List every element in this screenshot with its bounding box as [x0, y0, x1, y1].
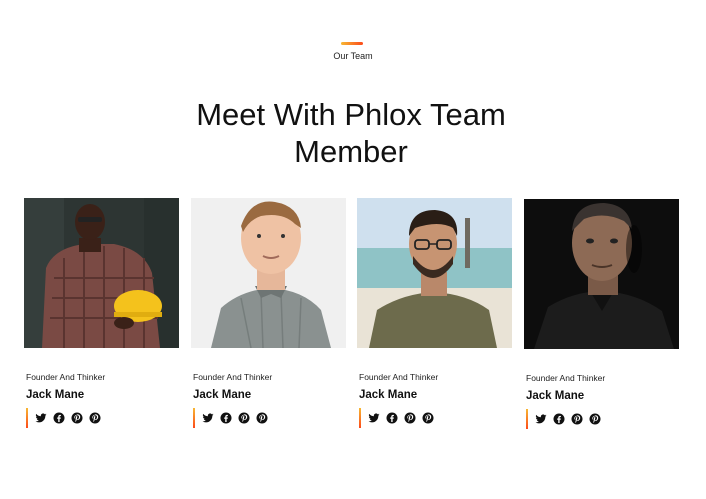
pinterest-icon[interactable] — [237, 412, 250, 425]
pinterest-icon[interactable] — [88, 412, 101, 425]
twitter-icon[interactable] — [367, 412, 380, 425]
member-role: Founder And Thinker — [26, 372, 106, 382]
team-member-card: Founder And Thinker Jack Mane — [191, 198, 346, 428]
member-photo — [24, 198, 179, 348]
pinterest-icon[interactable] — [588, 413, 601, 426]
member-role: Founder And Thinker — [359, 372, 439, 382]
facebook-icon[interactable] — [552, 413, 565, 426]
facebook-icon[interactable] — [385, 412, 398, 425]
pinterest-icon[interactable] — [570, 413, 583, 426]
twitter-icon[interactable] — [201, 412, 214, 425]
member-role: Founder And Thinker — [193, 372, 273, 382]
member-social-links — [26, 408, 106, 428]
social-accent-line — [26, 408, 28, 428]
member-name[interactable]: Jack Mane — [26, 389, 84, 401]
member-social-links — [526, 409, 606, 429]
member-social-links — [359, 408, 439, 428]
member-social-links — [193, 408, 273, 428]
social-accent-line — [526, 409, 528, 429]
member-role: Founder And Thinker — [526, 373, 606, 383]
eyebrow-accent-bar — [341, 42, 363, 45]
pinterest-icon[interactable] — [70, 412, 83, 425]
team-member-card: Founder And Thinker Jack Mane — [524, 199, 679, 429]
social-accent-line — [193, 408, 195, 428]
section-title-line2: Member — [294, 134, 408, 169]
member-photo — [524, 199, 679, 349]
facebook-icon[interactable] — [52, 412, 65, 425]
member-photo — [191, 198, 346, 348]
pinterest-icon[interactable] — [403, 412, 416, 425]
twitter-icon[interactable] — [34, 412, 47, 425]
social-accent-line — [359, 408, 361, 428]
team-member-card: Founder And Thinker Jack Mane — [24, 198, 179, 428]
team-member-card: Founder And Thinker Jack Mane — [357, 198, 512, 428]
section-title-line1: Meet With Phlox Team — [196, 97, 506, 132]
member-name[interactable]: Jack Mane — [193, 389, 251, 401]
pinterest-icon[interactable] — [255, 412, 268, 425]
member-name[interactable]: Jack Mane — [526, 390, 584, 402]
pinterest-icon[interactable] — [421, 412, 434, 425]
member-photo — [357, 198, 512, 348]
facebook-icon[interactable] — [219, 412, 232, 425]
twitter-icon[interactable] — [534, 413, 547, 426]
member-name[interactable]: Jack Mane — [359, 389, 417, 401]
section-title: Meet With Phlox Team Member — [150, 96, 552, 170]
section-eyebrow: Our Team — [333, 51, 373, 61]
